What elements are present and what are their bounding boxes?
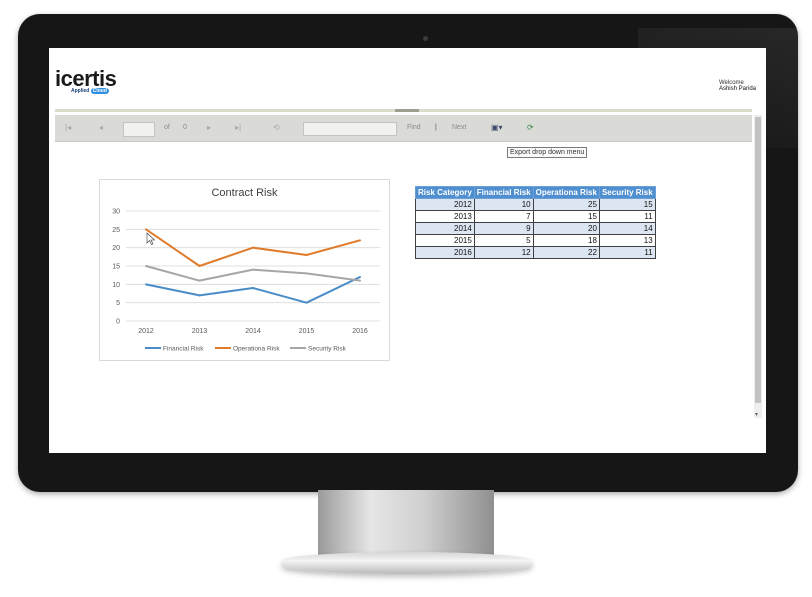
table-header-row: Risk Category Financial Risk Operationa Ri… — [415, 186, 656, 199]
table-cell: 10 — [473, 198, 534, 211]
table-cell: 22 — [532, 246, 600, 259]
logo-tagline: Applied Cloud — [71, 88, 109, 94]
table-cell: 14 — [598, 222, 656, 235]
logo-sub-text: Applied — [71, 88, 90, 94]
table-cell: 20 — [532, 222, 600, 235]
data-point — [252, 246, 254, 249]
table-cell: 12 — [473, 246, 534, 259]
collapse-splitter[interactable] — [55, 109, 752, 112]
table-row: 2015 5 18 13 — [415, 234, 656, 247]
risk-table: Risk Category Financial Risk Operationa Ri… — [415, 186, 656, 259]
contract-risk-chart: Contract Risk 0 5 10 15 20 25 30 2012 2013 2014 20… — [99, 179, 390, 361]
x-tick-label: 2013 — [192, 328, 208, 335]
back-icon[interactable]: ⟲ — [273, 123, 280, 132]
export-tooltip: Export drop down menu — [507, 147, 588, 158]
data-point — [145, 228, 147, 231]
table-header-cell: Operationa Risk — [532, 186, 600, 199]
y-tick-label: 15 — [112, 264, 120, 271]
monitor-stand-base — [282, 552, 532, 574]
next-page-button[interactable]: ▸ — [207, 123, 211, 132]
data-point — [252, 268, 254, 271]
table-cell: 11 — [598, 246, 656, 259]
y-tick-label: 20 — [112, 245, 120, 252]
table-cell: 15 — [598, 198, 656, 211]
legend-label: Operationa Risk — [233, 346, 280, 353]
report-toolbar: |◂ ◂ of 0 ▸ ▸| ⟲ Find | Next ▣▾ ⟳ — [55, 115, 752, 142]
data-point — [305, 301, 308, 304]
x-tick-label: 2012 — [138, 328, 154, 335]
camera-icon — [423, 36, 428, 41]
y-tick-label: 5 — [116, 300, 120, 307]
table-body: 2012 10 25 15 2013 7 15 11 2014 9 20 14 2015 5 18 13 201… — [415, 198, 656, 259]
data-point — [359, 239, 361, 242]
table-header-cell: Security Risk — [598, 186, 656, 199]
find-link[interactable]: Find — [407, 124, 421, 131]
scroll-down-icon[interactable]: ▾ — [755, 411, 758, 418]
table-cell: 9 — [473, 222, 534, 235]
table-cell: 11 — [598, 210, 656, 223]
x-tick-label: 2014 — [245, 328, 261, 335]
data-point — [145, 265, 147, 267]
export-icon[interactable]: ▣▾ — [491, 123, 503, 132]
total-pages: 0 — [183, 124, 187, 131]
y-tick-label: 0 — [116, 319, 120, 326]
data-point — [252, 287, 254, 289]
user-welcome: Welcome Ashish Parida — [719, 80, 756, 92]
first-page-button[interactable]: |◂ — [65, 123, 71, 132]
table-row: 2014 9 20 14 — [415, 222, 656, 235]
prev-page-button[interactable]: ◂ — [99, 123, 103, 132]
find-text-input[interactable] — [303, 122, 397, 136]
vertical-scrollbar[interactable]: ▾ — [754, 115, 762, 418]
report-screen: icertis Applied Cloud Welcome Ashish Par… — [49, 48, 766, 453]
data-point — [198, 294, 201, 297]
toolbar-separator: | — [435, 124, 437, 131]
legend-label: Financial Risk — [163, 346, 204, 353]
table-header-cell: Financial Risk — [473, 186, 534, 199]
data-point — [145, 283, 147, 286]
page-number-input[interactable] — [123, 122, 155, 137]
x-tick-label: 2015 — [299, 328, 315, 335]
last-page-button[interactable]: ▸| — [235, 123, 241, 132]
data-point — [359, 279, 361, 282]
table-cell: 18 — [532, 234, 600, 247]
table-row: 2013 7 15 11 — [415, 210, 656, 223]
user-name[interactable]: Ashish Parida — [719, 86, 756, 92]
y-tick-label: 25 — [112, 227, 120, 234]
x-tick-label: 2016 — [352, 328, 368, 335]
of-label: of — [164, 124, 170, 131]
next-link[interactable]: Next — [452, 124, 466, 131]
table-cell: 2014 — [415, 222, 475, 235]
table-cell: 2012 — [415, 198, 475, 211]
legend-label: Security Risk — [308, 346, 347, 353]
y-tick-label: 30 — [112, 209, 120, 216]
chart-plot: 0 5 10 15 20 25 30 2012 2013 2014 2015 2016 Financia… — [112, 209, 380, 353]
table-row: 2016 12 22 11 — [415, 246, 656, 259]
y-tick-label: 10 — [112, 282, 120, 289]
table-header-cell: Risk Category — [415, 186, 475, 199]
table-cell: 2013 — [415, 210, 475, 223]
table-cell: 25 — [532, 198, 600, 211]
table-cell: 13 — [598, 234, 656, 247]
series-line-1 — [145, 276, 361, 304]
scrollbar-thumb[interactable] — [755, 117, 761, 403]
logo-cloud-badge: Cloud — [90, 88, 109, 94]
data-point — [198, 265, 201, 267]
data-point — [359, 276, 361, 278]
table-cell: 2016 — [415, 246, 475, 259]
data-point — [198, 279, 201, 282]
table-cell: 15 — [532, 210, 600, 223]
table-cell: 7 — [473, 210, 534, 223]
table-row: 2012 10 25 15 — [415, 198, 656, 211]
data-point — [305, 272, 308, 275]
data-point — [305, 254, 308, 256]
monitor-stand-neck — [318, 490, 494, 558]
table-cell: 5 — [473, 234, 534, 247]
table-cell: 2015 — [415, 234, 475, 247]
refresh-icon[interactable]: ⟳ — [527, 123, 534, 132]
series-line-3 — [145, 265, 361, 282]
splitter-grip[interactable] — [395, 109, 419, 112]
